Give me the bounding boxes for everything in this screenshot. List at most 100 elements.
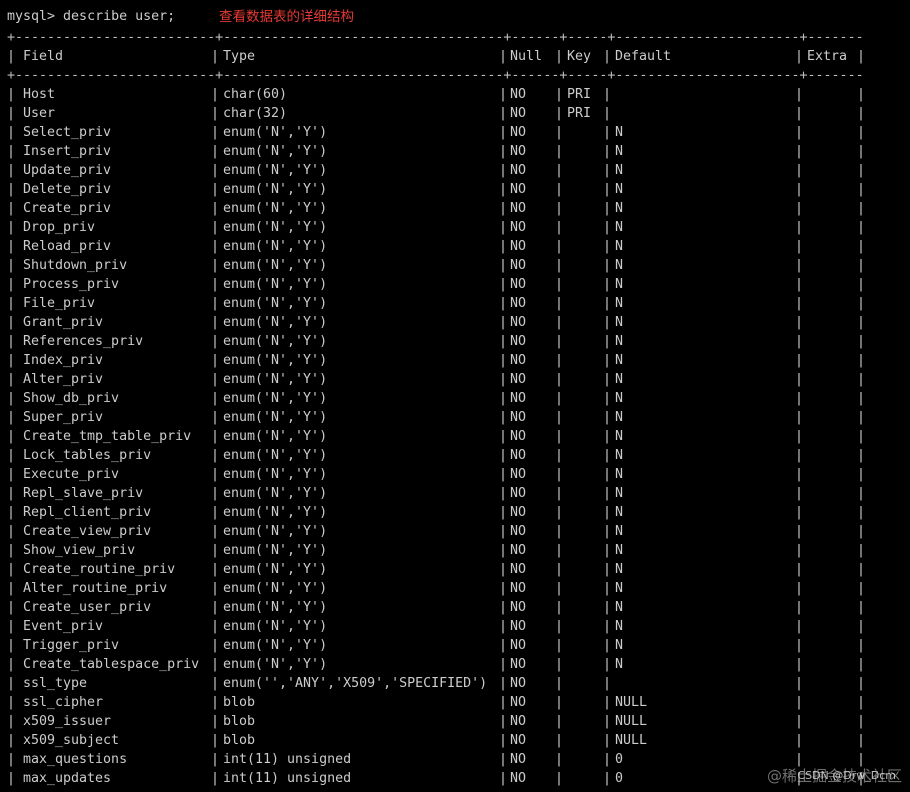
column-separator: | [499, 144, 508, 159]
column-separator: | [499, 752, 508, 767]
table-row: | | | | | | | Host char(60) NO PRI [7, 85, 907, 104]
column-separator: | [857, 410, 866, 425]
cell-type: enum('','ANY','X509','SPECIFIED') [223, 676, 488, 691]
column-separator: | [499, 277, 508, 292]
prompt: mysql> [7, 9, 64, 24]
cell-field: max_updates [23, 771, 112, 786]
column-separator: | [7, 258, 16, 273]
column-separator: | [211, 600, 220, 615]
column-separator: | [857, 201, 866, 216]
column-separator: | [555, 163, 564, 178]
cell-null: NO [510, 505, 527, 520]
column-separator: | [211, 486, 220, 501]
table-row: | | | | | | | ssl_type enum('','ANY','X509','SPE… [7, 674, 907, 693]
column-separator: | [211, 106, 220, 121]
cell-type: enum('N','Y') [223, 201, 328, 216]
table-row: | | | | | | | Show_db_priv enum('N','Y') NO N [7, 389, 907, 408]
column-separator: | [795, 220, 804, 235]
column-separator: | [499, 581, 508, 596]
column-separator: | [555, 733, 564, 748]
cell-field: Create_priv [23, 201, 112, 216]
column-separator: | [795, 410, 804, 425]
column-separator: | [603, 239, 612, 254]
cell-default: NULL [615, 695, 648, 710]
column-separator: | [795, 372, 804, 387]
column-separator: | [211, 524, 220, 539]
column-separator: | [857, 182, 866, 197]
cell-null: NO [510, 201, 527, 216]
cell-type: int(11) unsigned [223, 771, 352, 786]
column-separator: | [795, 125, 804, 140]
cell-type: enum('N','Y') [223, 239, 328, 254]
table-row: | | | | | | | Create_priv enum('N','Y') NO N [7, 199, 907, 218]
column-separator: | [795, 163, 804, 178]
column-separator: | [499, 391, 508, 406]
cell-field: Create_tmp_table_priv [23, 429, 192, 444]
table-row: | | | | | | | Create_tmp_table_priv enum('N','Y'… [7, 427, 907, 446]
cell-field: Execute_priv [23, 467, 120, 482]
column-separator: | [603, 448, 612, 463]
cell-field: ssl_cipher [23, 695, 104, 710]
column-separator: | [555, 467, 564, 482]
cell-default: N [615, 296, 624, 311]
table-row: | | | | | | | Reload_priv enum('N','Y') NO N [7, 237, 907, 256]
column-separator: | [603, 429, 612, 444]
cell-null: NO [510, 258, 527, 273]
cell-null: NO [510, 163, 527, 178]
cell-type: blob [223, 714, 256, 729]
cell-null: NO [510, 562, 527, 577]
table-row: | | | | | | | Drop_priv enum('N','Y') NO N [7, 218, 907, 237]
cell-default: NULL [615, 733, 648, 748]
cell-type: enum('N','Y') [223, 448, 328, 463]
column-separator: | [603, 296, 612, 311]
cell-type: enum('N','Y') [223, 524, 328, 539]
column-separator: | [499, 600, 508, 615]
column-separator: | [211, 467, 220, 482]
column-separator: | [7, 448, 16, 463]
cell-default: N [615, 600, 624, 615]
column-separator: | [211, 714, 220, 729]
cell-type: enum('N','Y') [223, 277, 328, 292]
cell-null: NO [510, 657, 527, 672]
cell-type: enum('N','Y') [223, 505, 328, 520]
column-separator: | [499, 733, 508, 748]
column-separator: | [211, 239, 220, 254]
table-row: | | | | | | | Super_priv enum('N','Y') NO N [7, 408, 907, 427]
cell-type: enum('N','Y') [223, 410, 328, 425]
column-separator: | [7, 410, 16, 425]
cell-null: NO [510, 334, 527, 349]
column-separator: | [211, 429, 220, 444]
column-separator: | [211, 448, 220, 463]
cell-type: int(11) unsigned [223, 752, 352, 767]
cell-type: enum('N','Y') [223, 315, 328, 330]
cell-field: Index_priv [23, 353, 104, 368]
column-separator: | [603, 353, 612, 368]
column-separator: | [603, 733, 612, 748]
table-header-row: | Field | Type | Null | Key | Default | … [7, 49, 866, 64]
column-separator: | [795, 87, 804, 102]
table-row: | | | | | | | Create_user_priv enum('N','Y') NO N [7, 598, 907, 617]
column-separator: | [795, 239, 804, 254]
table-row: | | | | | | | References_priv enum('N','Y') NO N [7, 332, 907, 351]
column-separator: | [555, 125, 564, 140]
column-separator: | [555, 448, 564, 463]
cell-null: NO [510, 771, 527, 786]
header-key: Key [567, 49, 592, 64]
cell-default: N [615, 125, 624, 140]
column-separator: | [795, 106, 804, 121]
cell-default: N [615, 201, 624, 216]
cell-type: enum('N','Y') [223, 657, 328, 672]
cell-null: NO [510, 353, 527, 368]
cell-field: Delete_priv [23, 182, 112, 197]
column-separator: | [211, 201, 220, 216]
column-separator: | [211, 638, 220, 653]
cell-field: Repl_client_priv [23, 505, 152, 520]
column-separator: | [795, 353, 804, 368]
terminal-window[interactable]: mysql> describe user; 查看数据表的详细结构 +-------… [7, 6, 907, 788]
column-separator: | [857, 505, 866, 520]
column-separator: | [795, 277, 804, 292]
column-separator: | [499, 106, 508, 121]
column-separator: | [211, 581, 220, 596]
column-separator: | [555, 676, 564, 691]
column-separator: | [603, 87, 612, 102]
